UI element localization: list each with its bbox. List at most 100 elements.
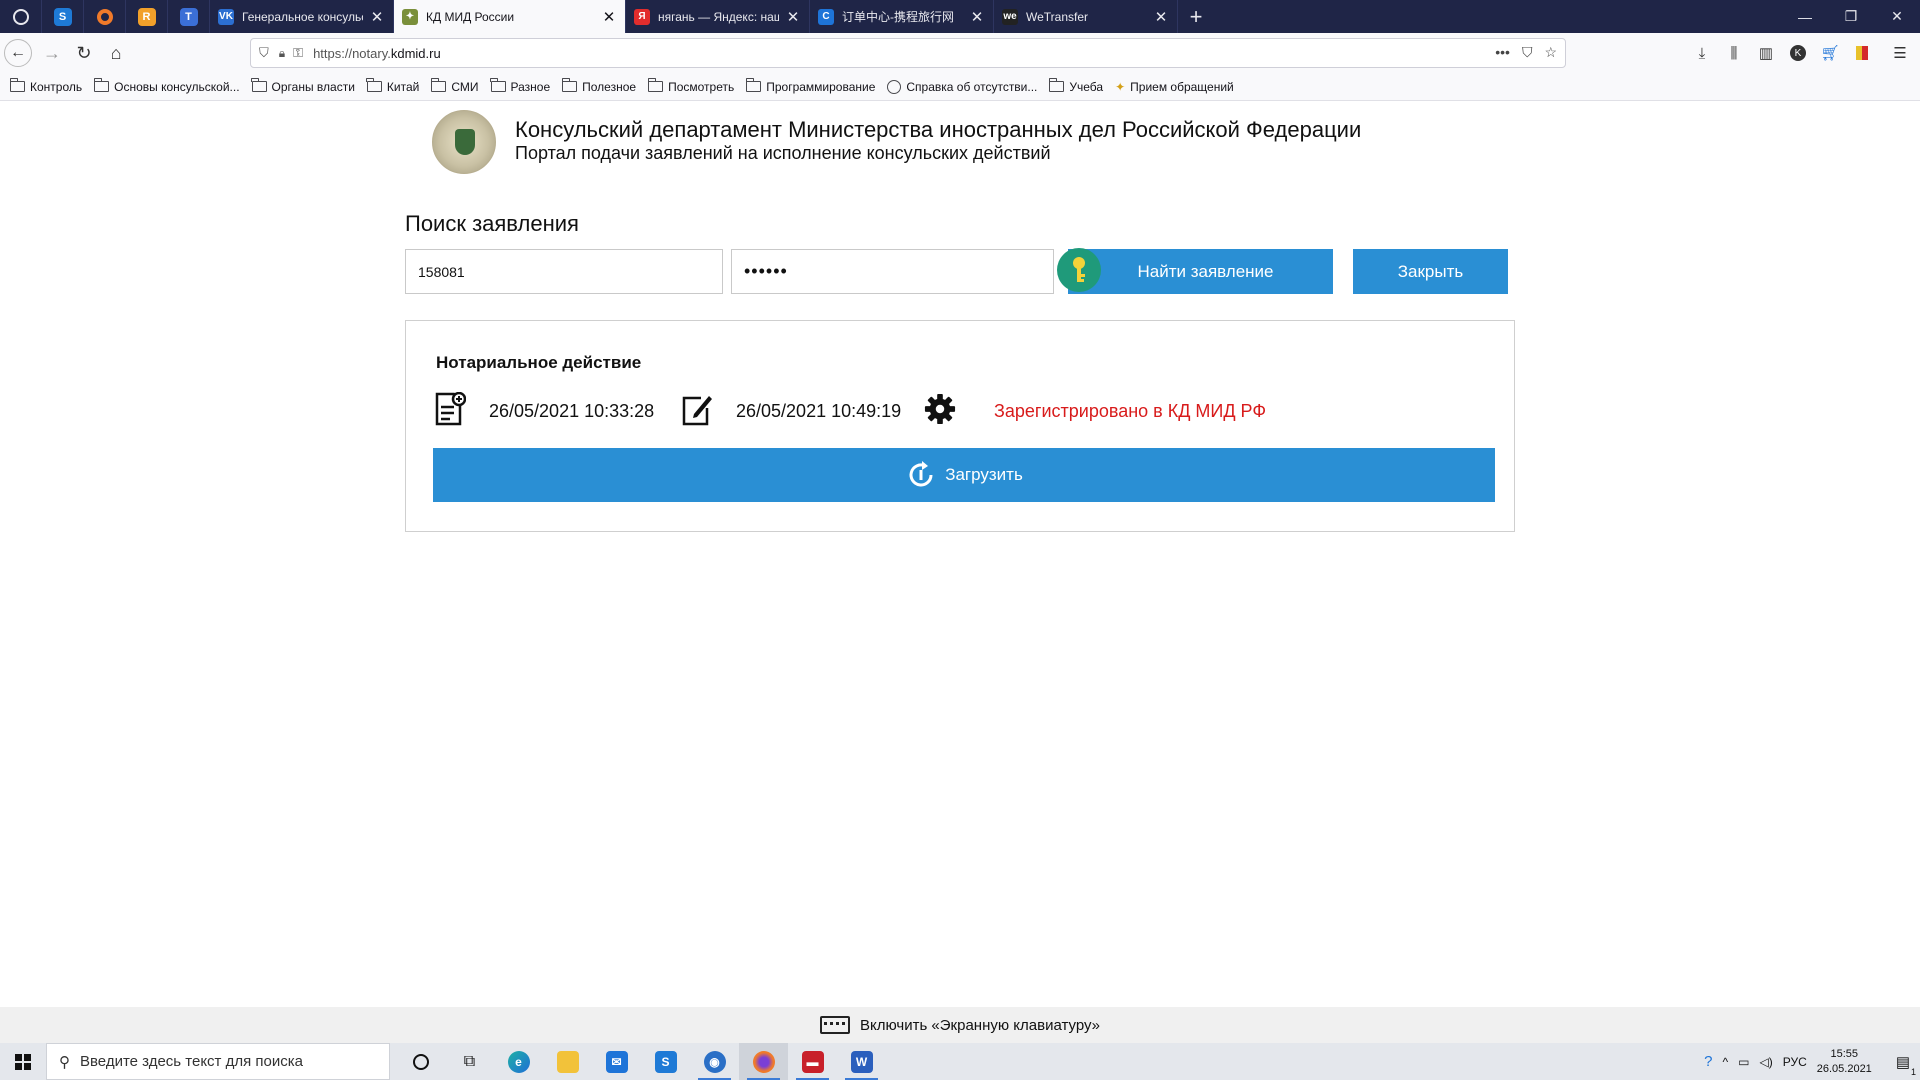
browser-tab-strip: S R T VK Генеральное консульство Ро ✕ ✦ … (0, 0, 1920, 33)
pocket-icon[interactable]: ⛉ (1522, 44, 1533, 61)
clock[interactable]: 15:55 26.05.2021 (1817, 1047, 1872, 1077)
reload-button[interactable]: ↻ (68, 37, 100, 69)
pinned-tab-skype[interactable]: S (42, 0, 84, 33)
password-input[interactable] (731, 249, 1054, 294)
tab-yandex[interactable]: Я нягань — Яндекс: нашёлся 1 ✕ (626, 0, 810, 33)
minimize-button[interactable]: — (1782, 0, 1828, 33)
taskbar-edge[interactable]: e (494, 1043, 543, 1080)
bookmark-folder[interactable]: Разное (490, 78, 551, 94)
tab-consulate[interactable]: VK Генеральное консульство Ро ✕ (210, 0, 394, 33)
flag-icon[interactable] (1850, 37, 1874, 69)
menu-icon[interactable]: ☰ (1888, 37, 1912, 69)
taskbar-thunderbird[interactable]: ◉ (690, 1043, 739, 1080)
tab-kd-mid[interactable]: ✦ КД МИД России ✕ (394, 0, 626, 33)
key-icon[interactable]: ⚿ (293, 45, 303, 61)
tab-label: Генеральное консульство Ро (242, 9, 363, 24)
close-window-button[interactable]: ✕ (1874, 0, 1920, 33)
task-view-button[interactable]: ⧉ (445, 1043, 494, 1080)
bookmark-link[interactable]: ✦ Прием обращений (1115, 80, 1234, 94)
folder-icon (9, 78, 25, 92)
more-actions-icon[interactable]: ••• (1495, 44, 1510, 61)
bookmark-label: Разное (510, 79, 551, 94)
osk-notice-text: Включить «Экранную клавиатуру» (859, 1016, 1101, 1034)
bookmark-label: Органы власти (271, 79, 355, 94)
download-icon[interactable]: ⤓ (1690, 37, 1714, 69)
created-datetime: 26/05/2021 10:33:28 (489, 401, 655, 421)
folder-icon (490, 78, 506, 92)
find-application-button[interactable]: Найти заявление (1068, 249, 1333, 294)
pinned-tab-translate[interactable]: T (168, 0, 210, 33)
bookmark-folder[interactable]: Полезное (561, 78, 636, 94)
url-host: kdmid.ru (390, 45, 441, 61)
wetransfer-icon: we (1002, 8, 1018, 25)
application-number-input[interactable] (405, 249, 723, 294)
bookmark-folder[interactable]: Программирование (745, 78, 875, 94)
tab-label: WeTransfer (1026, 9, 1089, 24)
pinned-tab-globe[interactable] (0, 0, 42, 33)
taskbar-mail[interactable]: ✉ (592, 1043, 641, 1080)
taskbar-app-s[interactable]: S (641, 1043, 690, 1080)
bookmark-folder[interactable]: Основы консульской... (93, 78, 240, 94)
star-icon: ✦ (1115, 79, 1126, 94)
bookmark-folder[interactable]: Китай (366, 78, 419, 94)
shield-icon[interactable]: ⛉ (259, 45, 269, 61)
close-icon[interactable]: ✕ (785, 8, 801, 26)
lock-icon[interactable]: 🔒︎ (279, 46, 285, 61)
app-icon: ▬ (801, 1050, 824, 1073)
home-button[interactable]: ⌂ (100, 37, 132, 69)
library-icon[interactable]: ⫼ (1722, 37, 1746, 69)
address-bar[interactable]: ⛉ 🔒︎ ⚿ https://notary. kdmid.ru ••• ⛉ ☆ (250, 38, 1566, 68)
close-icon[interactable]: ✕ (369, 8, 385, 26)
bookmark-folder[interactable]: Учеба (1048, 78, 1103, 94)
taskbar-word[interactable]: W (837, 1043, 886, 1080)
star-icon[interactable]: ☆ (1544, 44, 1557, 61)
language-indicator[interactable]: РУС (1783, 1055, 1807, 1069)
cart-icon[interactable]: 🛒︎ (1818, 37, 1842, 69)
close-icon[interactable]: ✕ (601, 8, 617, 26)
notifications-icon[interactable]: ▤ 1 (1896, 1053, 1916, 1077)
tab-label: 订单中心-携程旅行网 (842, 10, 954, 24)
taskbar-explorer[interactable] (543, 1043, 592, 1080)
close-icon[interactable]: ✕ (1153, 8, 1169, 26)
emblem-icon: ✦ (402, 8, 418, 25)
help-icon[interactable]: ? (1704, 1053, 1712, 1070)
bookmark-label: Прием обращений (1130, 79, 1234, 94)
bookmark-folder[interactable]: Органы власти (251, 78, 355, 94)
pinned-tab-ring[interactable] (84, 0, 126, 33)
tab-ctrip[interactable]: C 订单中心-携程旅行网 ✕ (810, 0, 994, 33)
bookmark-folder[interactable]: Посмотреть (647, 78, 734, 94)
network-icon[interactable]: ▭ (1738, 1055, 1749, 1069)
chevron-up-icon[interactable]: ^ (1723, 1055, 1729, 1069)
windows-taskbar: ⚲ Введите здесь текст для поиска ⧉ e ✉ S… (0, 1043, 1920, 1080)
bookmark-link[interactable]: Справка об отсутстви... (887, 79, 1037, 94)
folder-icon (366, 78, 382, 92)
taskbar-apps: ⧉ e ✉ S ◉ ▬ W (396, 1043, 886, 1080)
close-icon[interactable]: ✕ (969, 8, 985, 26)
forward-button[interactable]: → (36, 37, 68, 69)
start-button[interactable] (0, 1043, 46, 1080)
new-tab-button[interactable]: + (1178, 0, 1214, 33)
bookmark-folder[interactable]: СМИ (430, 78, 479, 94)
load-button[interactable]: Загрузить (433, 448, 1495, 502)
pinned-tab-feed[interactable]: R (126, 0, 168, 33)
sidebar-icon[interactable]: ▥ (1754, 37, 1778, 69)
close-button[interactable]: Закрыть (1353, 249, 1508, 294)
cortana-button[interactable] (396, 1043, 445, 1080)
bookmark-folder[interactable]: Контроль (9, 78, 82, 94)
tab-wetransfer[interactable]: we WeTransfer ✕ (994, 0, 1178, 33)
taskbar-search-placeholder: Введите здесь текст для поиска (80, 1053, 303, 1070)
thunderbird-icon: ◉ (703, 1050, 726, 1073)
taskbar-search[interactable]: ⚲ Введите здесь текст для поиска (46, 1043, 390, 1080)
taskbar-firefox[interactable] (739, 1043, 788, 1080)
back-button[interactable]: ← (4, 39, 32, 67)
taskbar-app-red[interactable]: ▬ (788, 1043, 837, 1080)
translate-icon: T (179, 7, 198, 26)
bookmarks-bar: Контроль Основы консульской... Органы вл… (0, 73, 1920, 101)
restore-button[interactable]: ❐ (1828, 0, 1874, 33)
osk-notice[interactable]: Включить «Экранную клавиатуру» (0, 1007, 1920, 1043)
folder-icon (93, 78, 110, 92)
volume-icon[interactable]: ◁) (1759, 1055, 1772, 1069)
windows-logo-icon (15, 1053, 31, 1070)
firefox-icon (752, 1050, 775, 1073)
account-icon[interactable]: K (1786, 37, 1810, 69)
